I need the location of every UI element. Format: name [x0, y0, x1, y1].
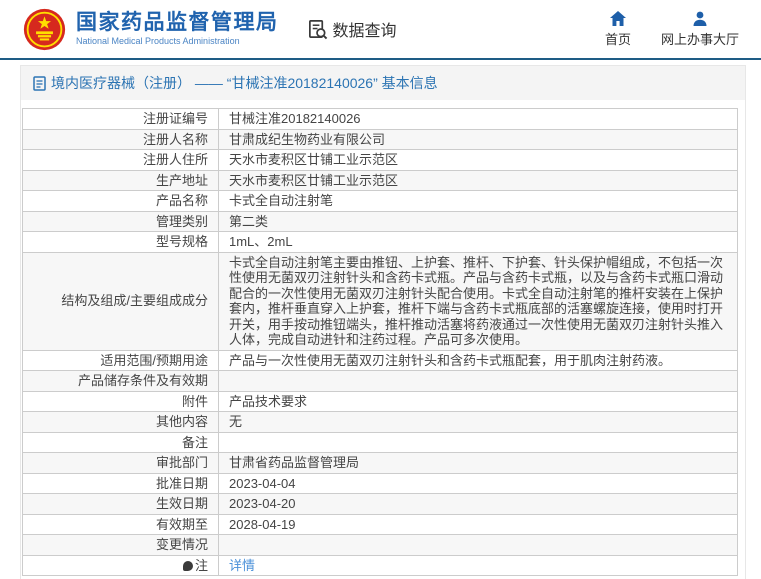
row-label: 批准日期 [22, 472, 219, 494]
table-row: 注详情 [22, 554, 738, 576]
row-label: 型号规格 [22, 231, 219, 253]
row-label: 生效日期 [22, 493, 219, 515]
row-label: 变更情况 [22, 534, 219, 556]
document-search-icon [308, 19, 327, 39]
info-table-body: 注册证编号 甘械注准20182140026 注册人名称 甘肃成纪生物药业有限公司 注册人… [22, 108, 738, 576]
table-row: 附件 产品技术要求 [22, 390, 738, 412]
table-row: 结构及组成/主要组成成分 卡式全自动注射笔主要由推钮、上护套、推杆、下护套、针头保… [22, 251, 738, 351]
row-value [218, 534, 738, 556]
registration-info-table: 注册证编号 甘械注准20182140026 注册人名称 甘肃成纪生物药业有限公司 注册人… [22, 108, 738, 576]
data-query-label: 数据查询 [332, 23, 397, 40]
table-row: 其他内容无 [22, 411, 738, 433]
row-label: 结构及组成/主要组成成分 [22, 251, 219, 351]
row-label: 备注 [22, 431, 219, 453]
table-row: 生效日期 2023-04-20 [22, 493, 738, 515]
row-label: 有效期至 [22, 513, 219, 535]
table-row: 生产地址 天水市麦积区廿铺工业示范区 [22, 169, 738, 191]
row-label: 附件 [22, 390, 219, 412]
header-divider [0, 58, 761, 60]
table-row: 备注 [22, 431, 738, 453]
row-label: 产品储存条件及有效期 [22, 370, 219, 392]
nav-home[interactable]: 首页 [604, 10, 631, 48]
home-icon [609, 10, 626, 26]
row-value: 甘械注准20182140026 [218, 108, 738, 130]
row-label: 注册人住所 [22, 149, 219, 171]
top-nav: 首页 网上办事大厅 [604, 10, 747, 48]
row-label: 注 [22, 554, 219, 576]
table-row: 有效期至 2028-04-19 [22, 513, 738, 535]
row-value: 卡式全自动注射笔主要由推钮、上护套、推杆、下护套、针头保护帽组成，不包括一次性使… [218, 251, 738, 351]
row-label: 注册证编号 [22, 108, 219, 130]
row-value: 甘肃省药品监督管理局 [218, 452, 738, 474]
data-query-button[interactable]: 数据查询 [307, 17, 397, 41]
row-value: 无 [218, 411, 738, 433]
row-value: 产品与一次性使用无菌双刃注射针头和含药卡式瓶配套，用于肌肉注射药液。 [218, 349, 738, 371]
table-row: 审批部门 甘肃省药品监督管理局 [22, 452, 738, 474]
document-icon [33, 75, 46, 91]
row-label: 管理类别 [22, 210, 219, 232]
table-row: 管理类别 第二类 [22, 210, 738, 232]
nmpa-logo[interactable]: 国家药品监督管理局 National Medical Products Admi… [22, 7, 279, 52]
row-value: 2023-04-20 [218, 493, 738, 515]
row-value: 天水市麦积区廿铺工业示范区 [218, 149, 738, 171]
detail-link[interactable]: 详情 [229, 558, 255, 573]
row-value: 天水市麦积区廿铺工业示范区 [218, 169, 738, 191]
site-title-cn: 国家药品监督管理局 [76, 11, 279, 34]
table-row: 批准日期 2023-04-04 [22, 472, 738, 494]
table-row: 产品储存条件及有效期 [22, 370, 738, 392]
user-icon [693, 11, 707, 26]
note-icon [182, 560, 193, 571]
row-value: 甘肃成纪生物药业有限公司 [218, 128, 738, 150]
row-label: 产品名称 [22, 190, 219, 212]
content-panel: 境内医疗器械（注册） —— “甘械注准20182140026” 基本信息 注册证… [20, 65, 746, 579]
site-title-en: National Medical Products Administration [76, 36, 240, 47]
breadcrumb-text: 境内医疗器械（注册） —— “甘械注准20182140026” 基本信息 [51, 75, 438, 91]
table-row: 适用范围/预期用途 产品与一次性使用无菌双刃注射针头和含药卡式瓶配套，用于肌肉注射… [22, 349, 738, 371]
table-row: 注册人名称 甘肃成纪生物药业有限公司 [22, 128, 738, 150]
nav-home-label: 首页 [604, 31, 631, 47]
row-value: 2023-04-04 [218, 472, 738, 494]
nav-online-service-hall[interactable]: 网上办事大厅 [661, 11, 739, 48]
row-value: 产品技术要求 [218, 390, 738, 412]
national-emblem-icon [23, 8, 66, 50]
row-label: 注册人名称 [22, 128, 219, 150]
row-label: 其他内容 [22, 411, 219, 433]
row-value: 1mL、2mL [218, 231, 738, 253]
table-row: 型号规格 1mL、2mL [22, 231, 738, 253]
table-row: 注册证编号 甘械注准20182140026 [22, 108, 738, 130]
table-row: 注册人住所 天水市麦积区廿铺工业示范区 [22, 149, 738, 171]
row-value [218, 431, 738, 453]
site-header: 国家药品监督管理局 National Medical Products Admi… [0, 0, 761, 58]
row-label: 审批部门 [22, 452, 219, 474]
table-row: 产品名称 卡式全自动注射笔 [22, 190, 738, 212]
site-title-block: 国家药品监督管理局 National Medical Products Admi… [76, 11, 279, 47]
row-label: 生产地址 [22, 169, 219, 191]
row-label: 适用范围/预期用途 [22, 349, 219, 371]
table-row: 变更情况 [22, 534, 738, 556]
row-value: 第二类 [218, 210, 738, 232]
row-value [218, 370, 738, 392]
row-value: 卡式全自动注射笔 [218, 190, 738, 212]
breadcrumb: 境内医疗器械（注册） —— “甘械注准20182140026” 基本信息 [21, 66, 745, 100]
row-value: 2028-04-19 [218, 513, 738, 535]
row-value: 详情 [218, 554, 738, 576]
nav-hall-label: 网上办事大厅 [660, 31, 739, 47]
